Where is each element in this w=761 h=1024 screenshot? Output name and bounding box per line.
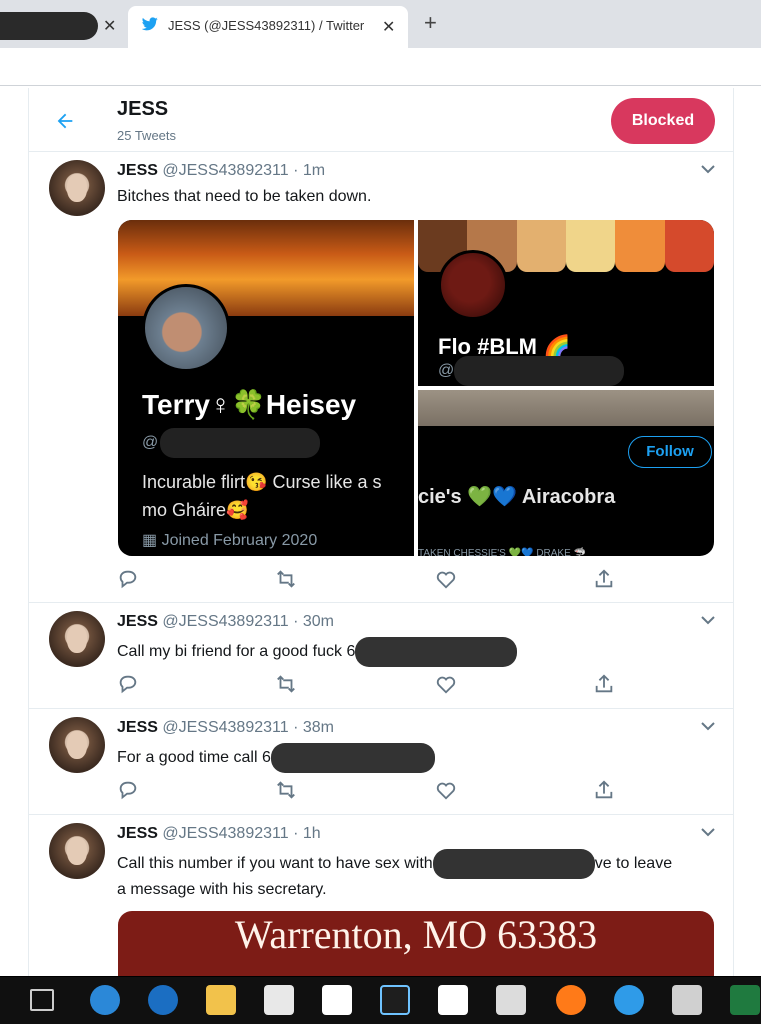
tweet-text: Call my bi friend for a good fuck 6 xyxy=(117,637,717,667)
tweet-author-name[interactable]: JESS xyxy=(117,719,158,736)
redaction-bar xyxy=(454,356,625,386)
task-view-icon[interactable] xyxy=(30,989,54,1011)
tweet-actions xyxy=(117,779,637,803)
chevron-down-icon[interactable] xyxy=(701,615,715,625)
edge-icon[interactable] xyxy=(148,985,178,1015)
tweet[interactable]: JESS @JESS43892311 · 30m Call my bi frie… xyxy=(29,603,733,709)
media-profile-handle: @ xyxy=(142,428,321,458)
tweet-media-grid[interactable]: Terry♀🍀Heisey @ Incurable flirt😘 Curse l… xyxy=(118,220,714,556)
tweet-text: For a good time call 6 xyxy=(117,743,717,773)
media-image-profile-flo[interactable]: Flo #BLM 🌈 @ xyxy=(418,220,714,386)
blocked-button[interactable]: Blocked xyxy=(611,98,715,144)
media-image-profile-airacobra[interactable]: Follow cie's 💚💙 Airacobra TAKEN CHESSIE'… xyxy=(418,390,714,556)
tweet-header: JESS @JESS43892311 · 30m xyxy=(117,613,334,631)
redaction-bar xyxy=(355,637,518,667)
media-profile-subtext: TAKEN CHESSIE'S 💚💙 DRAKE 🦈 xyxy=(418,548,586,556)
media-profile-name: Terry♀🍀Heisey xyxy=(142,389,357,420)
store-icon[interactable] xyxy=(264,985,294,1015)
redaction-bar xyxy=(432,849,595,879)
cortana-icon[interactable] xyxy=(90,985,120,1015)
image-location-text: Warrenton, MO 63383 xyxy=(234,912,598,957)
like-heart-icon[interactable] xyxy=(435,673,457,695)
tweet-header: JESS @JESS43892311 · 1h xyxy=(117,825,321,843)
dropbox-icon[interactable] xyxy=(438,985,468,1015)
tab-title: JESS (@JESS43892311) / Twitter xyxy=(168,18,365,33)
firefox-icon[interactable] xyxy=(556,985,586,1015)
follow-button: Follow xyxy=(628,436,712,468)
share-icon[interactable] xyxy=(593,673,615,695)
tweet-author-name[interactable]: JESS xyxy=(117,613,158,630)
browser-tab-strip: ✕ JESS (@JESS43892311) / Twitter ✕ + xyxy=(0,0,761,48)
avatar[interactable] xyxy=(49,611,105,667)
tweet-header: JESS @JESS43892311 · 1m xyxy=(117,162,325,180)
tweet-count: 25 Tweets xyxy=(117,128,177,143)
new-tab-button[interactable]: + xyxy=(424,12,437,34)
reply-icon[interactable] xyxy=(117,779,139,801)
chevron-down-icon[interactable] xyxy=(701,721,715,731)
tweet-text: Call this number if you want to have sex… xyxy=(117,849,717,901)
media-image-profile-terry[interactable]: Terry♀🍀Heisey @ Incurable flirt😘 Curse l… xyxy=(118,220,414,556)
retweet-icon[interactable] xyxy=(275,779,297,801)
tweet-handle-time: @JESS43892311 · 1m xyxy=(162,162,326,179)
redaction-bar xyxy=(160,428,321,458)
avatar[interactable] xyxy=(49,823,105,879)
media-profile-joined: ▦ Joined February 2020 xyxy=(142,532,318,549)
browser-tab-active[interactable]: JESS (@JESS43892311) / Twitter ✕ xyxy=(128,6,408,48)
reply-icon[interactable] xyxy=(117,568,139,590)
twitter-profile-page: JESS 25 Tweets Blocked JESS @JESS4389231… xyxy=(28,88,734,976)
profile-name: JESS xyxy=(117,98,169,120)
excel-icon[interactable] xyxy=(730,985,760,1015)
file-explorer-icon[interactable] xyxy=(206,985,236,1015)
redaction-bar xyxy=(270,743,435,773)
tweet[interactable]: JESS @JESS43892311 · 1m Bitches that nee… xyxy=(29,152,733,603)
tweet-author-name[interactable]: JESS xyxy=(117,825,158,842)
amazon-icon[interactable] xyxy=(322,985,352,1015)
profile-avatar-image xyxy=(142,284,230,372)
infinity-app-icon[interactable] xyxy=(380,985,410,1015)
retweet-icon[interactable] xyxy=(275,673,297,695)
tweet[interactable]: JESS @JESS43892311 · 38m For a good time… xyxy=(29,709,733,815)
windows-taskbar xyxy=(0,976,761,1024)
tweet-text: Bitches that need to be taken down. xyxy=(117,188,372,205)
share-icon[interactable] xyxy=(593,568,615,590)
close-icon[interactable]: ✕ xyxy=(103,16,116,36)
profile-avatar-image xyxy=(438,250,508,320)
internet-explorer-icon[interactable] xyxy=(614,985,644,1015)
profile-header: JESS 25 Tweets Blocked xyxy=(29,88,733,152)
like-heart-icon[interactable] xyxy=(435,779,457,801)
reply-icon[interactable] xyxy=(117,673,139,695)
close-icon[interactable]: ✕ xyxy=(382,17,395,37)
tweet-image[interactable]: Warrenton, MO 63383 xyxy=(118,911,714,976)
tweet-handle-time: @JESS43892311 · 1h xyxy=(162,825,321,842)
media-profile-bio: Incurable flirt😘 Curse like a s mo Gháir… xyxy=(142,472,382,520)
tweet[interactable]: JESS @JESS43892311 · 1h Call this number… xyxy=(29,815,733,976)
twitter-bird-icon xyxy=(142,17,158,31)
avatar[interactable] xyxy=(49,160,105,216)
tweet-handle-time: @JESS43892311 · 30m xyxy=(162,613,334,630)
redacted-tab-title xyxy=(0,12,98,40)
media-profile-handle: @ xyxy=(438,356,625,386)
tweet-handle-time: @JESS43892311 · 38m xyxy=(162,719,334,736)
chevron-down-icon[interactable] xyxy=(701,164,715,174)
browser-toolbar xyxy=(0,48,761,86)
tweet-actions xyxy=(117,673,637,697)
tweet-header: JESS @JESS43892311 · 38m xyxy=(117,719,334,737)
avatar[interactable] xyxy=(49,717,105,773)
calculator-icon[interactable] xyxy=(672,985,702,1015)
browser-tab-previous[interactable]: ✕ xyxy=(0,8,122,40)
mail-icon[interactable] xyxy=(496,985,526,1015)
media-profile-name: cie's 💚💙 Airacobra xyxy=(418,486,616,508)
like-heart-icon[interactable] xyxy=(435,568,457,590)
tweet-actions xyxy=(117,568,637,592)
back-arrow-icon[interactable] xyxy=(53,110,77,132)
tweet-author-name[interactable]: JESS xyxy=(117,162,158,179)
retweet-icon[interactable] xyxy=(275,568,297,590)
share-icon[interactable] xyxy=(593,779,615,801)
chevron-down-icon[interactable] xyxy=(701,827,715,837)
